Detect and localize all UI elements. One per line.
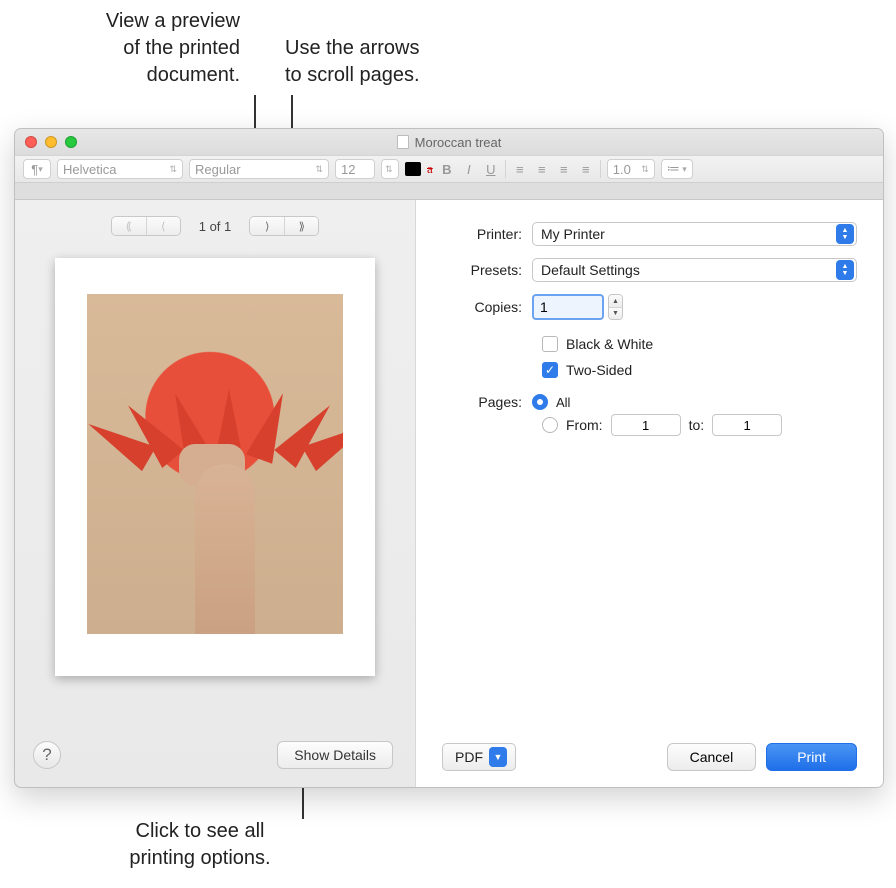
- pages-label: Pages:: [442, 394, 532, 410]
- pages-all-label: All: [556, 395, 570, 410]
- preview-panel: ⟪ ⟨ 1 of 1 ⟩ ⟫: [15, 200, 415, 787]
- document-icon: [397, 135, 409, 149]
- align-center-button[interactable]: ≡: [534, 162, 550, 177]
- window-title-area: Moroccan treat: [15, 135, 883, 150]
- align-left-button[interactable]: ≡: [512, 162, 528, 177]
- copies-stepper[interactable]: ▲ ▼: [608, 294, 623, 320]
- black-white-checkbox[interactable]: [542, 336, 558, 352]
- format-toolbar: ¶ ▾ Helvetica⇅ Regular⇅ 12 ⇅ a B I U ≡ ≡…: [15, 155, 883, 183]
- page-indicator: 1 of 1: [199, 219, 232, 234]
- align-right-button[interactable]: ≡: [556, 162, 572, 177]
- font-style-popup[interactable]: Regular⇅: [189, 159, 329, 179]
- next-page-button[interactable]: ⟩: [250, 217, 284, 235]
- pages-to-input[interactable]: [712, 414, 782, 436]
- pages-from-input[interactable]: [611, 414, 681, 436]
- page-navigation: ⟪ ⟨ 1 of 1 ⟩ ⟫: [33, 216, 397, 236]
- copies-label: Copies:: [442, 299, 532, 315]
- paragraph-style-popup[interactable]: ¶ ▾: [23, 159, 51, 179]
- pdf-button-label: PDF: [455, 749, 483, 765]
- printer-popup[interactable]: My Printer ▲▼: [532, 222, 857, 246]
- text-color-button[interactable]: [405, 162, 421, 176]
- font-family-popup[interactable]: Helvetica⇅: [57, 159, 183, 179]
- next-page-segment: ⟩ ⟫: [249, 216, 319, 236]
- preview-image: [87, 294, 343, 634]
- copies-input[interactable]: [532, 294, 604, 320]
- help-button[interactable]: ?: [33, 741, 61, 769]
- print-button[interactable]: Print: [766, 743, 857, 771]
- chevron-down-icon: ▼: [489, 747, 507, 767]
- presets-value: Default Settings: [541, 262, 640, 278]
- sheet-footer: PDF ▼ Cancel Print: [442, 731, 857, 771]
- pages-from-label: From:: [566, 417, 603, 433]
- align-justify-button[interactable]: ≡: [578, 162, 594, 177]
- callout-arrows: Use the arrowsto scroll pages.: [285, 35, 465, 89]
- pages-all-radio[interactable]: [532, 394, 548, 410]
- prev-page-segment: ⟪ ⟨: [111, 216, 181, 236]
- stepper-down-button[interactable]: ▼: [609, 307, 622, 319]
- popup-arrows-icon: ▲▼: [836, 260, 854, 280]
- first-page-button[interactable]: ⟪: [112, 217, 146, 235]
- pages-range-radio[interactable]: [542, 417, 558, 433]
- page-preview: [55, 258, 375, 676]
- printer-label: Printer:: [442, 226, 532, 242]
- callout-preview: View a previewof the printeddocument.: [40, 8, 240, 89]
- two-sided-checkbox[interactable]: ✓: [542, 362, 558, 378]
- pdf-menu-button[interactable]: PDF ▼: [442, 743, 516, 771]
- presets-popup[interactable]: Default Settings ▲▼: [532, 258, 857, 282]
- black-white-label: Black & White: [566, 336, 653, 352]
- underline-button[interactable]: U: [483, 162, 499, 177]
- two-sided-label: Two-Sided: [566, 362, 632, 378]
- print-sheet: ⟪ ⟨ 1 of 1 ⟩ ⟫: [15, 199, 883, 787]
- presets-label: Presets:: [442, 262, 532, 278]
- strikethrough-button[interactable]: a: [427, 161, 433, 177]
- print-options-panel: Printer: My Printer ▲▼ Presets: Default …: [415, 200, 883, 787]
- app-window: Moroccan treat ¶ ▾ Helvetica⇅ Regular⇅ 1…: [14, 128, 884, 788]
- last-page-button[interactable]: ⟫: [284, 217, 318, 235]
- prev-page-button[interactable]: ⟨: [146, 217, 180, 235]
- italic-button[interactable]: I: [461, 162, 477, 177]
- bold-button[interactable]: B: [439, 162, 455, 177]
- line-spacing-popup[interactable]: 1.0⇅: [607, 159, 655, 179]
- font-size-field[interactable]: 12: [335, 159, 375, 179]
- callout-details: Click to see allprinting options.: [100, 818, 300, 872]
- stepper-up-button[interactable]: ▲: [609, 295, 622, 307]
- titlebar: Moroccan treat: [15, 129, 883, 155]
- pages-to-label: to:: [689, 417, 705, 433]
- window-title: Moroccan treat: [415, 135, 502, 150]
- list-style-popup[interactable]: ≔ ▾: [661, 159, 693, 179]
- font-size-stepper[interactable]: ⇅: [381, 159, 399, 179]
- printer-value: My Printer: [541, 226, 605, 242]
- cancel-button[interactable]: Cancel: [667, 743, 757, 771]
- popup-arrows-icon: ▲▼: [836, 224, 854, 244]
- show-details-button[interactable]: Show Details: [277, 741, 393, 769]
